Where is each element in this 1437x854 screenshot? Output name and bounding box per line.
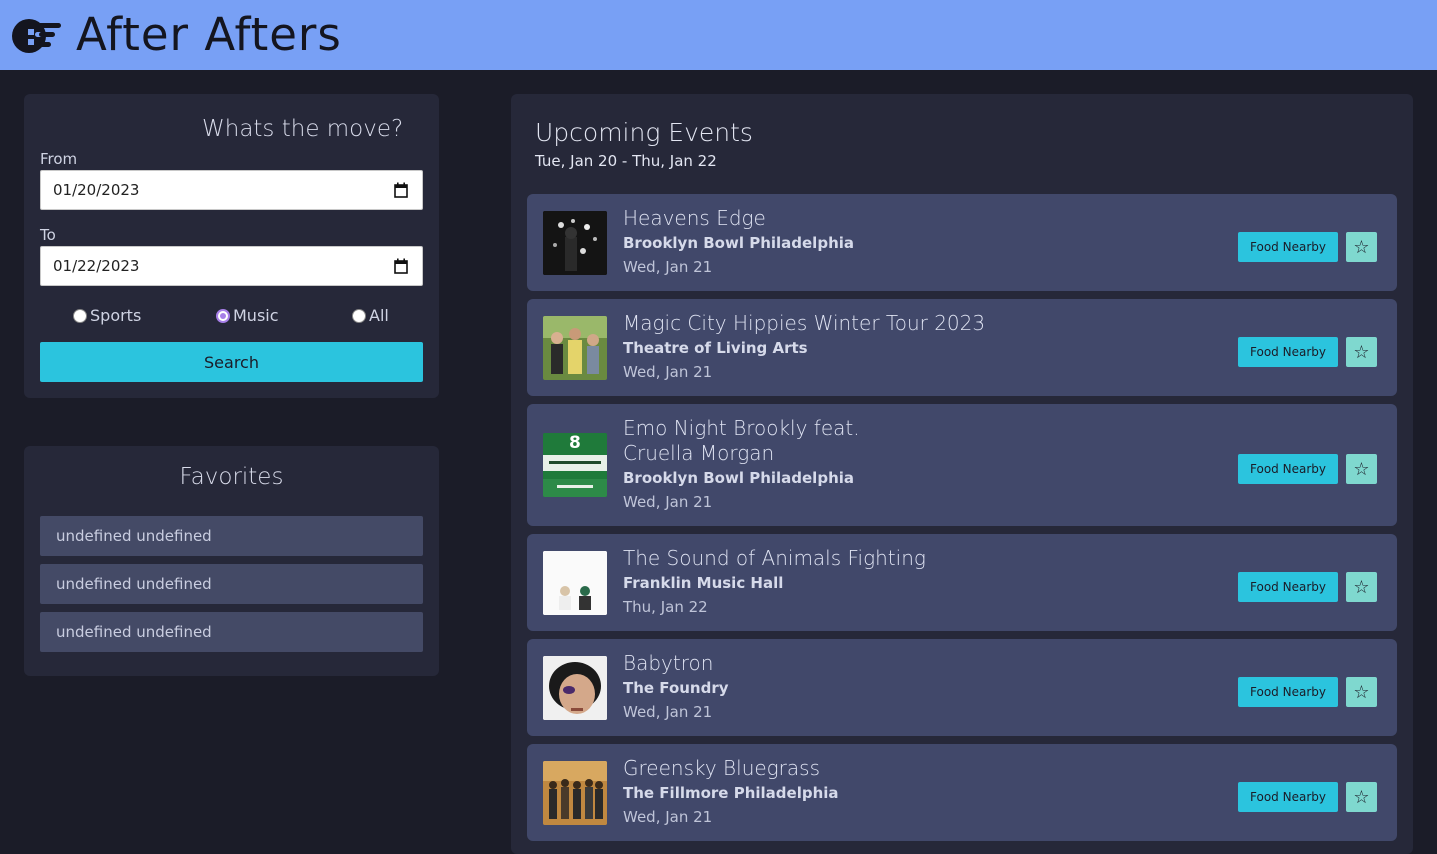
from-label: From	[40, 150, 78, 168]
food-nearby-button[interactable]: Food Nearby	[1238, 572, 1338, 602]
star-icon[interactable]: ☆	[1346, 677, 1377, 707]
event-card[interactable]: Babytron The Foundry Wed, Jan 21 Food Ne…	[527, 639, 1397, 736]
favorites-panel: Favorites undefined undefined undefined …	[24, 446, 439, 676]
to-label: To	[40, 226, 56, 244]
event-date: Wed, Jan 21	[623, 703, 713, 721]
event-name[interactable]: Babytron	[623, 651, 943, 676]
radio-label: All	[369, 306, 389, 325]
favorite-item[interactable]: undefined undefined	[40, 612, 423, 652]
event-thumbnail-number: 8	[569, 433, 581, 453]
radio-music[interactable]: Music	[216, 306, 279, 325]
event-date: Wed, Jan 21	[623, 493, 713, 511]
calendar-icon[interactable]	[394, 182, 408, 198]
food-nearby-button[interactable]: Food Nearby	[1238, 677, 1338, 707]
event-card[interactable]: The Sound of Animals Fighting Franklin M…	[527, 534, 1397, 631]
event-card[interactable]: Greensky Bluegrass The Fillmore Philadel…	[527, 744, 1397, 841]
search-panel: Whats the move? From 01/20/2023 To 01/22…	[24, 94, 439, 398]
app-logo-icon	[12, 19, 61, 53]
event-venue: Brooklyn Bowl Philadelphia	[623, 469, 855, 487]
radio-label: Music	[233, 306, 279, 325]
star-icon[interactable]: ☆	[1346, 232, 1377, 262]
food-nearby-button[interactable]: Food Nearby	[1238, 232, 1338, 262]
event-date: Wed, Jan 21	[623, 808, 713, 826]
app-title[interactable]: After Afters	[76, 8, 342, 61]
category-radio-group: Sports Music All	[24, 306, 439, 330]
event-venue: Brooklyn Bowl Philadelphia	[623, 234, 855, 252]
events-heading: Upcoming Events	[535, 118, 753, 147]
event-thumbnail	[543, 656, 607, 720]
event-thumbnail	[543, 211, 607, 275]
event-name[interactable]: The Sound of Animals Fighting	[623, 546, 1023, 571]
to-date-value: 01/22/2023	[53, 257, 140, 275]
search-heading: Whats the move?	[202, 116, 404, 142]
radio-all[interactable]: All	[352, 306, 389, 325]
calendar-icon[interactable]	[394, 258, 408, 274]
event-venue: Franklin Music Hall	[623, 574, 784, 592]
radio-label: Sports	[90, 306, 142, 325]
events-date-range: Tue, Jan 20 - Thu, Jan 22	[535, 152, 717, 170]
event-thumbnail	[543, 316, 607, 380]
food-nearby-button[interactable]: Food Nearby	[1238, 782, 1338, 812]
event-card[interactable]: Magic City Hippies Winter Tour 2023 Thea…	[527, 299, 1397, 396]
event-thumbnail: 8	[543, 433, 607, 497]
food-nearby-button[interactable]: Food Nearby	[1238, 454, 1338, 484]
event-date: Wed, Jan 21	[623, 363, 713, 381]
star-icon[interactable]: ☆	[1346, 337, 1377, 367]
event-venue: The Fillmore Philadelphia	[623, 784, 839, 802]
search-button[interactable]: Search	[40, 342, 423, 382]
event-date: Thu, Jan 22	[623, 598, 708, 616]
star-icon[interactable]: ☆	[1346, 782, 1377, 812]
from-date-input[interactable]: 01/20/2023	[40, 170, 423, 210]
event-venue: The Foundry	[623, 679, 729, 697]
favorite-item[interactable]: undefined undefined	[40, 564, 423, 604]
event-card[interactable]: Heavens Edge Brooklyn Bowl Philadelphia …	[527, 194, 1397, 291]
event-thumbnail	[543, 761, 607, 825]
event-name[interactable]: Greensky Bluegrass	[623, 756, 943, 781]
event-thumbnail	[543, 551, 607, 615]
to-date-input[interactable]: 01/22/2023	[40, 246, 423, 286]
events-panel: Upcoming Events Tue, Jan 20 - Thu, Jan 2…	[511, 94, 1413, 854]
food-nearby-button[interactable]: Food Nearby	[1238, 337, 1338, 367]
star-icon[interactable]: ☆	[1346, 572, 1377, 602]
radio-sports[interactable]: Sports	[73, 306, 141, 325]
event-name[interactable]: Emo Night Brookly feat. Cruella Morgan	[623, 416, 933, 466]
favorite-item[interactable]: undefined undefined	[40, 516, 423, 556]
event-card[interactable]: 8 Emo Night Brookly feat. Cruella Morgan…	[527, 404, 1397, 526]
event-venue: Theatre of Living Arts	[623, 339, 808, 357]
header-bar: After Afters	[0, 0, 1437, 70]
radio-button-selected[interactable]	[216, 308, 230, 323]
event-name[interactable]: Magic City Hippies Winter Tour 2023	[623, 311, 1023, 336]
radio-button[interactable]	[73, 308, 87, 323]
from-date-value: 01/20/2023	[53, 181, 140, 199]
favorites-heading: Favorites	[179, 464, 284, 490]
event-date: Wed, Jan 21	[623, 258, 713, 276]
event-name[interactable]: Heavens Edge	[623, 206, 943, 231]
radio-button[interactable]	[352, 308, 366, 323]
star-icon[interactable]: ☆	[1346, 454, 1377, 484]
